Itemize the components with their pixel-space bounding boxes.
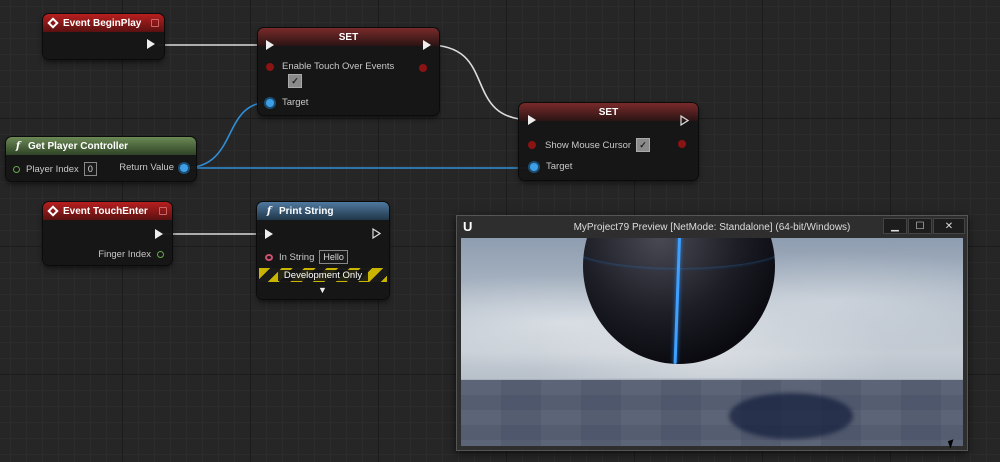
window-controls: ▁ ☐ ✕ (882, 218, 965, 234)
node-title: SET (598, 106, 619, 118)
exec-in-pin[interactable] (266, 40, 274, 50)
player-index-pin[interactable] (13, 165, 20, 173)
exec-out-pin[interactable] (372, 227, 382, 242)
node-header: SET (258, 28, 439, 46)
node-title: Event TouchEnter (63, 205, 148, 217)
exec-out-pin[interactable] (423, 40, 431, 50)
exec-in-pin[interactable] (265, 229, 273, 239)
return-value-pin[interactable] (180, 163, 188, 172)
exec-hollow-icon (372, 227, 382, 240)
exec-in-pin[interactable] (528, 115, 536, 125)
target-label: Target (546, 161, 573, 172)
in-string-label: In String (279, 251, 315, 263)
exec-out-pin[interactable] (680, 114, 690, 127)
finger-index-pin[interactable] (157, 251, 164, 258)
maximize-button[interactable]: ☐ (908, 218, 932, 234)
get-player-controller-node[interactable]: f Get Player Controller Player Index 0 R… (6, 137, 196, 181)
event-beginplay-node[interactable]: Event BeginPlay (43, 14, 164, 59)
node-title: Get Player Controller (28, 140, 129, 152)
variable-label: Enable Touch Over Events (282, 61, 395, 72)
bool-output-pin[interactable] (678, 140, 686, 148)
node-header: f Get Player Controller (6, 137, 196, 155)
bool-input-pin[interactable] (266, 62, 274, 71)
set-show-mouse-cursor-node[interactable]: SET Show Mouse Cursor ✓ Target (519, 103, 698, 180)
delegate-pin-icon[interactable] (151, 19, 159, 27)
finger-index-label: Finger Index (98, 249, 151, 260)
development-only-banner: Development Only (259, 268, 387, 282)
minimize-button[interactable]: ▁ (883, 218, 907, 234)
event-diamond-icon (47, 205, 59, 217)
node-header: Event BeginPlay (43, 14, 164, 32)
return-value-label: Return Value (119, 162, 174, 173)
development-only-label: Development Only (277, 269, 369, 281)
set-enable-touch-node[interactable]: SET Enable Touch Over Events ✓ Target (258, 28, 439, 115)
node-title: Event BeginPlay (63, 17, 142, 29)
bool-output-pin[interactable] (419, 64, 427, 72)
variable-label: Show Mouse Cursor (545, 139, 632, 151)
show-mouse-cursor-checkbox[interactable]: ✓ (636, 138, 651, 152)
enable-touch-checkbox[interactable]: ✓ (288, 74, 302, 88)
exec-out-pin[interactable] (147, 39, 155, 49)
bool-input-pin[interactable] (528, 141, 536, 149)
event-touchenter-node[interactable]: Event TouchEnter Finger Index (43, 202, 172, 265)
node-title: SET (338, 31, 359, 43)
node-header: Event TouchEnter (43, 202, 172, 220)
node-title: Print String (279, 205, 334, 217)
preview-window[interactable]: U MyProject79 Preview [NetMode: Standalo… (456, 215, 968, 451)
object-wire (183, 101, 271, 169)
preview-title-bar[interactable]: U MyProject79 Preview [NetMode: Standalo… (457, 216, 967, 238)
game-viewport[interactable] (461, 238, 963, 446)
sphere-shadow (729, 393, 853, 439)
exec-wire (427, 44, 533, 121)
expand-arrow-icon[interactable]: ▼ (318, 285, 327, 295)
node-header: f Print String (257, 202, 389, 220)
function-icon: f (266, 205, 272, 217)
target-label: Target (282, 97, 309, 108)
delegate-pin-icon[interactable] (159, 207, 167, 215)
print-string-node[interactable]: f Print String In String Hello Developme… (257, 202, 389, 299)
close-button[interactable]: ✕ (933, 218, 965, 234)
exec-hollow-icon (680, 114, 690, 127)
checker-floor (461, 380, 963, 446)
target-input-pin[interactable] (266, 98, 274, 107)
in-string-pin[interactable] (265, 253, 273, 261)
in-string-input[interactable]: Hello (319, 250, 348, 264)
player-index-input[interactable]: 0 (83, 162, 97, 176)
node-header: SET (519, 103, 698, 121)
event-diamond-icon (47, 17, 59, 29)
function-icon: f (15, 140, 21, 152)
player-index-label: Player Index (26, 163, 79, 175)
exec-out-pin[interactable] (155, 229, 163, 239)
target-input-pin[interactable] (530, 162, 538, 171)
